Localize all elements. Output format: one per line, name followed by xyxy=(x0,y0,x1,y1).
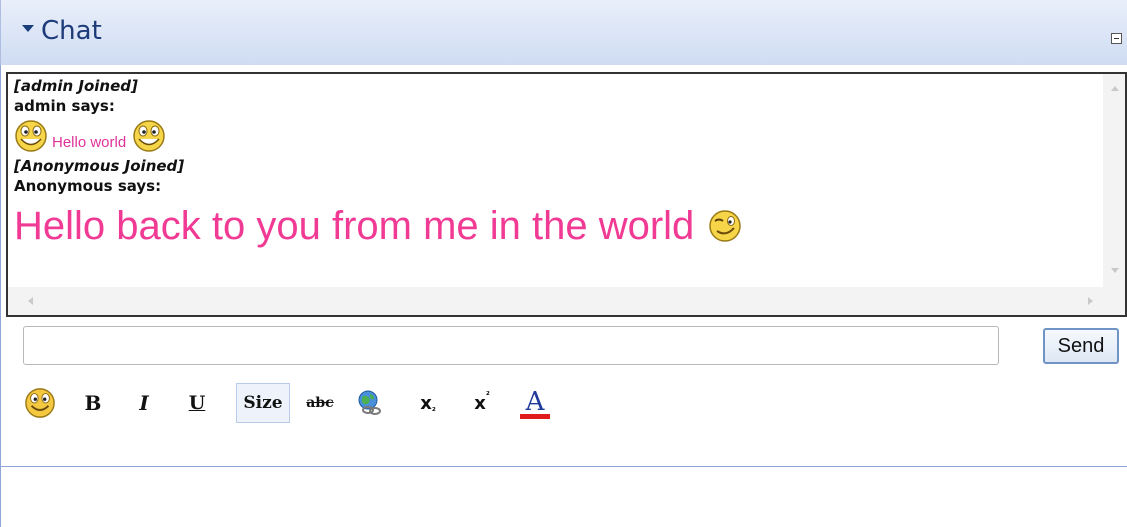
font-color-label: A xyxy=(525,387,545,417)
font-size-button[interactable]: Size xyxy=(236,383,290,423)
superscript-button[interactable]: x² xyxy=(468,385,496,421)
join-notice: [admin Joined] xyxy=(14,77,138,95)
vertical-scrollbar[interactable] xyxy=(1103,74,1125,287)
subscript-button[interactable]: x₂ xyxy=(414,385,442,421)
scroll-left-icon[interactable] xyxy=(28,297,33,305)
underline-button[interactable]: U xyxy=(186,385,208,421)
scroll-up-icon[interactable] xyxy=(1111,86,1119,91)
minimize-icon[interactable] xyxy=(1111,33,1122,44)
smiley-icon xyxy=(133,120,165,152)
superscript-label: x xyxy=(474,392,486,414)
message-input[interactable] xyxy=(23,326,999,365)
formatting-toolbar: B I U Size abc x₂ x² A xyxy=(24,383,584,427)
emoticon-button[interactable] xyxy=(24,385,56,421)
message-list: [admin Joined] admin says: Hello world [ xyxy=(14,76,1094,286)
strikethrough-button[interactable]: abc xyxy=(303,385,337,421)
sender-label: admin says: xyxy=(14,97,115,115)
subscript-label: x xyxy=(420,392,432,414)
italic-button[interactable]: I xyxy=(133,385,155,421)
subscript-2-icon: ₂ xyxy=(431,404,436,414)
join-notice: [Anonymous Joined] xyxy=(14,157,185,175)
smiley-icon xyxy=(15,120,47,152)
message-body: Hello world xyxy=(52,133,127,151)
send-button[interactable]: Send xyxy=(1043,328,1119,364)
sender-label: Anonymous says: xyxy=(14,177,162,195)
scroll-down-icon[interactable] xyxy=(1111,268,1119,273)
globe-link-icon xyxy=(358,390,381,415)
message-body: Hello back to you from me in the world xyxy=(14,204,695,248)
font-color-button[interactable]: A xyxy=(519,385,551,421)
collapse-triangle-icon[interactable] xyxy=(22,25,34,32)
superscript-2-icon: ² xyxy=(485,391,490,401)
message-text: Hello world xyxy=(14,116,1094,156)
wink-icon xyxy=(709,210,742,242)
panel-divider xyxy=(0,466,1127,467)
panel-title: Chat xyxy=(41,16,102,46)
panel-left-border xyxy=(0,65,1,527)
bold-button[interactable]: B xyxy=(82,385,104,421)
font-color-swatch xyxy=(520,414,550,419)
message-text: Hello back to you from me in the world xyxy=(14,196,1094,256)
horizontal-scrollbar[interactable] xyxy=(8,287,1125,315)
chat-messages-area: [admin Joined] admin says: Hello world [ xyxy=(6,72,1127,317)
scroll-right-icon[interactable] xyxy=(1088,297,1093,305)
smiley-icon xyxy=(25,388,55,418)
chat-panel-header[interactable]: Chat xyxy=(0,0,1127,65)
insert-link-button[interactable] xyxy=(354,385,386,421)
